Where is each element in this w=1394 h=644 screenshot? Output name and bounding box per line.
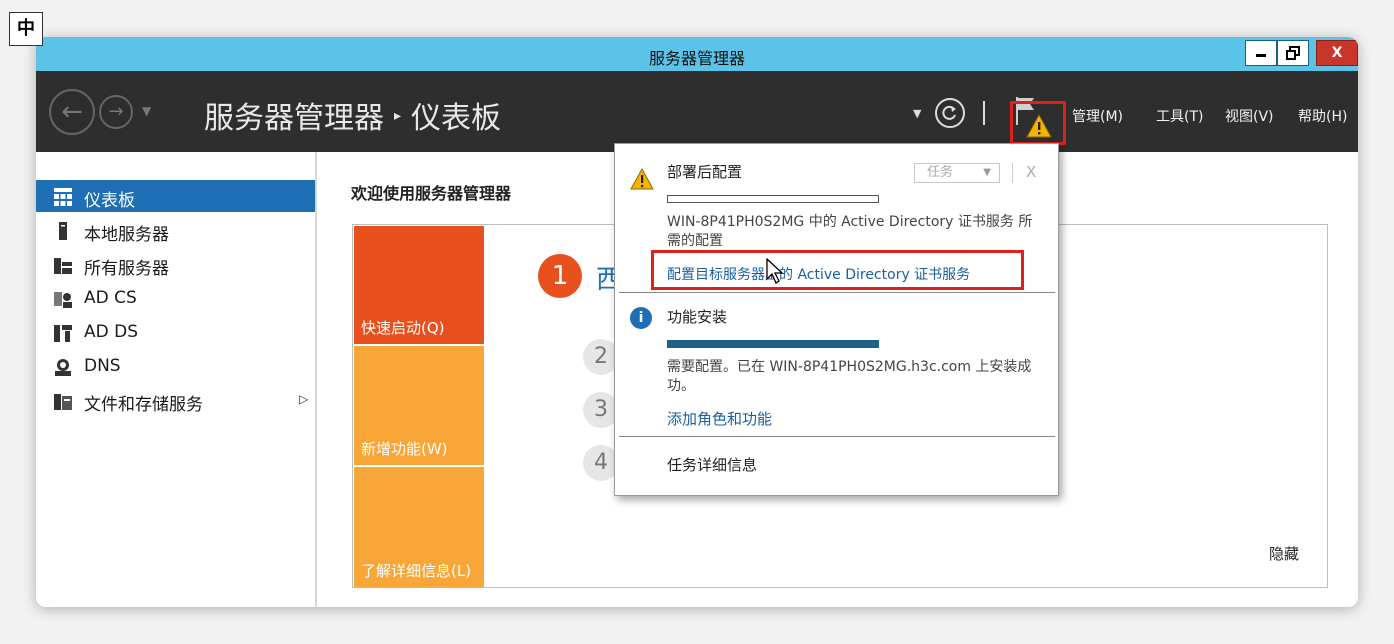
sidebar-item-label: 所有服务器 xyxy=(84,259,169,279)
sidebar-item-label: AD CS xyxy=(84,288,137,308)
chevron-down-icon: ▼ xyxy=(983,167,991,178)
task-dropdown[interactable]: 任务 ▼ xyxy=(914,163,1000,183)
step-number: 1 xyxy=(538,254,582,298)
refresh-icon xyxy=(942,105,956,120)
back-arrow-icon: ← xyxy=(61,97,83,127)
back-button[interactable]: ← xyxy=(49,89,95,135)
server-icon xyxy=(59,222,67,240)
dismiss-button[interactable]: X xyxy=(1026,163,1036,181)
sidebar-item-all-servers[interactable]: 所有服务器 xyxy=(36,248,315,280)
warning-icon xyxy=(630,168,654,190)
sidebar-item-label: 文件和存储服务 xyxy=(84,395,203,415)
install-progress-bar xyxy=(667,340,879,348)
title-bar[interactable]: 服务器管理器 X xyxy=(36,37,1358,71)
welcome-heading: 欢迎使用服务器管理器 xyxy=(351,184,512,203)
notifications-popup: 部署后配置 任务 ▼ X WIN-8P41PH0S2MG 中的 Active Di… xyxy=(614,143,1059,496)
maximize-button[interactable] xyxy=(1277,40,1309,66)
history-dropdown-icon[interactable]: ▼ xyxy=(142,104,151,118)
mouse-cursor-icon xyxy=(766,258,784,284)
notification-highlight[interactable] xyxy=(1010,101,1066,145)
dns-icon xyxy=(55,359,71,376)
popup-separator xyxy=(619,436,1055,437)
breadcrumb-separator-icon: ▸ xyxy=(394,107,402,124)
tile-label: 快速启动(Q) xyxy=(361,319,445,337)
header-divider xyxy=(983,101,985,125)
forward-button[interactable]: → xyxy=(99,95,133,129)
forward-arrow-icon: → xyxy=(108,101,124,122)
breadcrumb-app[interactable]: 服务器管理器 xyxy=(204,101,384,136)
notification-description: 需要配置。已在 WIN-8P41PH0S2MG.h3c.com 上安装成功。 xyxy=(667,359,1032,394)
sidebar-item-local-server[interactable]: 本地服务器 xyxy=(36,214,315,246)
config-progress-bar xyxy=(667,195,879,203)
refresh-button[interactable] xyxy=(935,98,965,128)
menu-tools[interactable]: 工具(T) xyxy=(1156,106,1203,126)
add-roles-link[interactable]: 添加角色和功能 xyxy=(667,408,772,429)
sidebar-item-label: 本地服务器 xyxy=(84,225,169,245)
task-dropdown-label: 任务 xyxy=(927,165,954,180)
info-icon: i xyxy=(630,307,652,329)
sidebar-item-label: 仪表板 xyxy=(84,191,135,211)
storage-icon xyxy=(54,394,72,410)
breadcrumb: 服务器管理器 ▸ 仪表板 xyxy=(204,93,501,137)
sidebar-item-dashboard[interactable]: 仪表板 xyxy=(36,180,315,212)
notification-title: 部署后配置 xyxy=(667,163,743,181)
popup-separator xyxy=(619,292,1055,293)
menu-view[interactable]: 视图(V) xyxy=(1225,106,1274,126)
expand-arrow-icon[interactable]: ▷ xyxy=(299,392,308,406)
ime-indicator[interactable]: 中 xyxy=(9,12,43,46)
hide-link[interactable]: 隐藏 xyxy=(1269,543,1299,564)
sidebar-item-ad-ds[interactable]: AD DS xyxy=(36,316,315,348)
notification-description: WIN-8P41PH0S2MG 中的 Active Directory 证书服务… xyxy=(667,214,1033,249)
window-title: 服务器管理器 xyxy=(648,49,745,68)
tile-learn-more[interactable]: 了解详细信息(L) xyxy=(354,467,484,587)
warning-icon xyxy=(1026,114,1052,138)
restore-icon xyxy=(1286,46,1300,60)
sidebar-item-ad-cs[interactable]: AD CS xyxy=(36,282,315,314)
sidebar: 仪表板 本地服务器 所有服务器 AD CS AD DS DNS 文件和存储服务 … xyxy=(36,152,317,607)
directory-icon xyxy=(54,325,72,342)
tile-quick-start[interactable]: 快速启动(Q) xyxy=(354,226,484,344)
tile-whats-new[interactable]: 新增功能(W) xyxy=(354,346,484,465)
menu-manage[interactable]: 管理(M) xyxy=(1072,106,1123,126)
sidebar-item-dns[interactable]: DNS xyxy=(36,350,315,382)
task-details-link[interactable]: 任务详细信息 xyxy=(667,454,757,475)
close-button[interactable]: X xyxy=(1316,40,1358,66)
minimize-icon xyxy=(1256,54,1266,57)
link-highlight xyxy=(651,250,1024,290)
tile-label: 了解详细信息(L) xyxy=(361,562,472,580)
menu-help[interactable]: 帮助(H) xyxy=(1298,106,1347,126)
notification-title: 功能安装 xyxy=(667,308,728,326)
breadcrumb-page: 仪表板 xyxy=(411,101,502,136)
minimize-button[interactable] xyxy=(1245,40,1277,66)
sidebar-item-label: AD DS xyxy=(84,322,139,342)
certificate-icon xyxy=(54,292,72,308)
tile-label: 新增功能(W) xyxy=(361,440,448,458)
header-bar: ← → ▼ 服务器管理器 ▸ 仪表板 ▼ 管理(M) 工具(T) 视图(V) 帮… xyxy=(36,71,1358,152)
refresh-dropdown-icon[interactable]: ▼ xyxy=(913,107,921,120)
popup-divider xyxy=(1012,163,1013,183)
dashboard-icon xyxy=(54,188,72,206)
sidebar-item-file-storage[interactable]: 文件和存储服务 ▷ xyxy=(36,384,315,416)
sidebar-item-label: DNS xyxy=(84,356,121,376)
servers-icon xyxy=(54,258,72,274)
